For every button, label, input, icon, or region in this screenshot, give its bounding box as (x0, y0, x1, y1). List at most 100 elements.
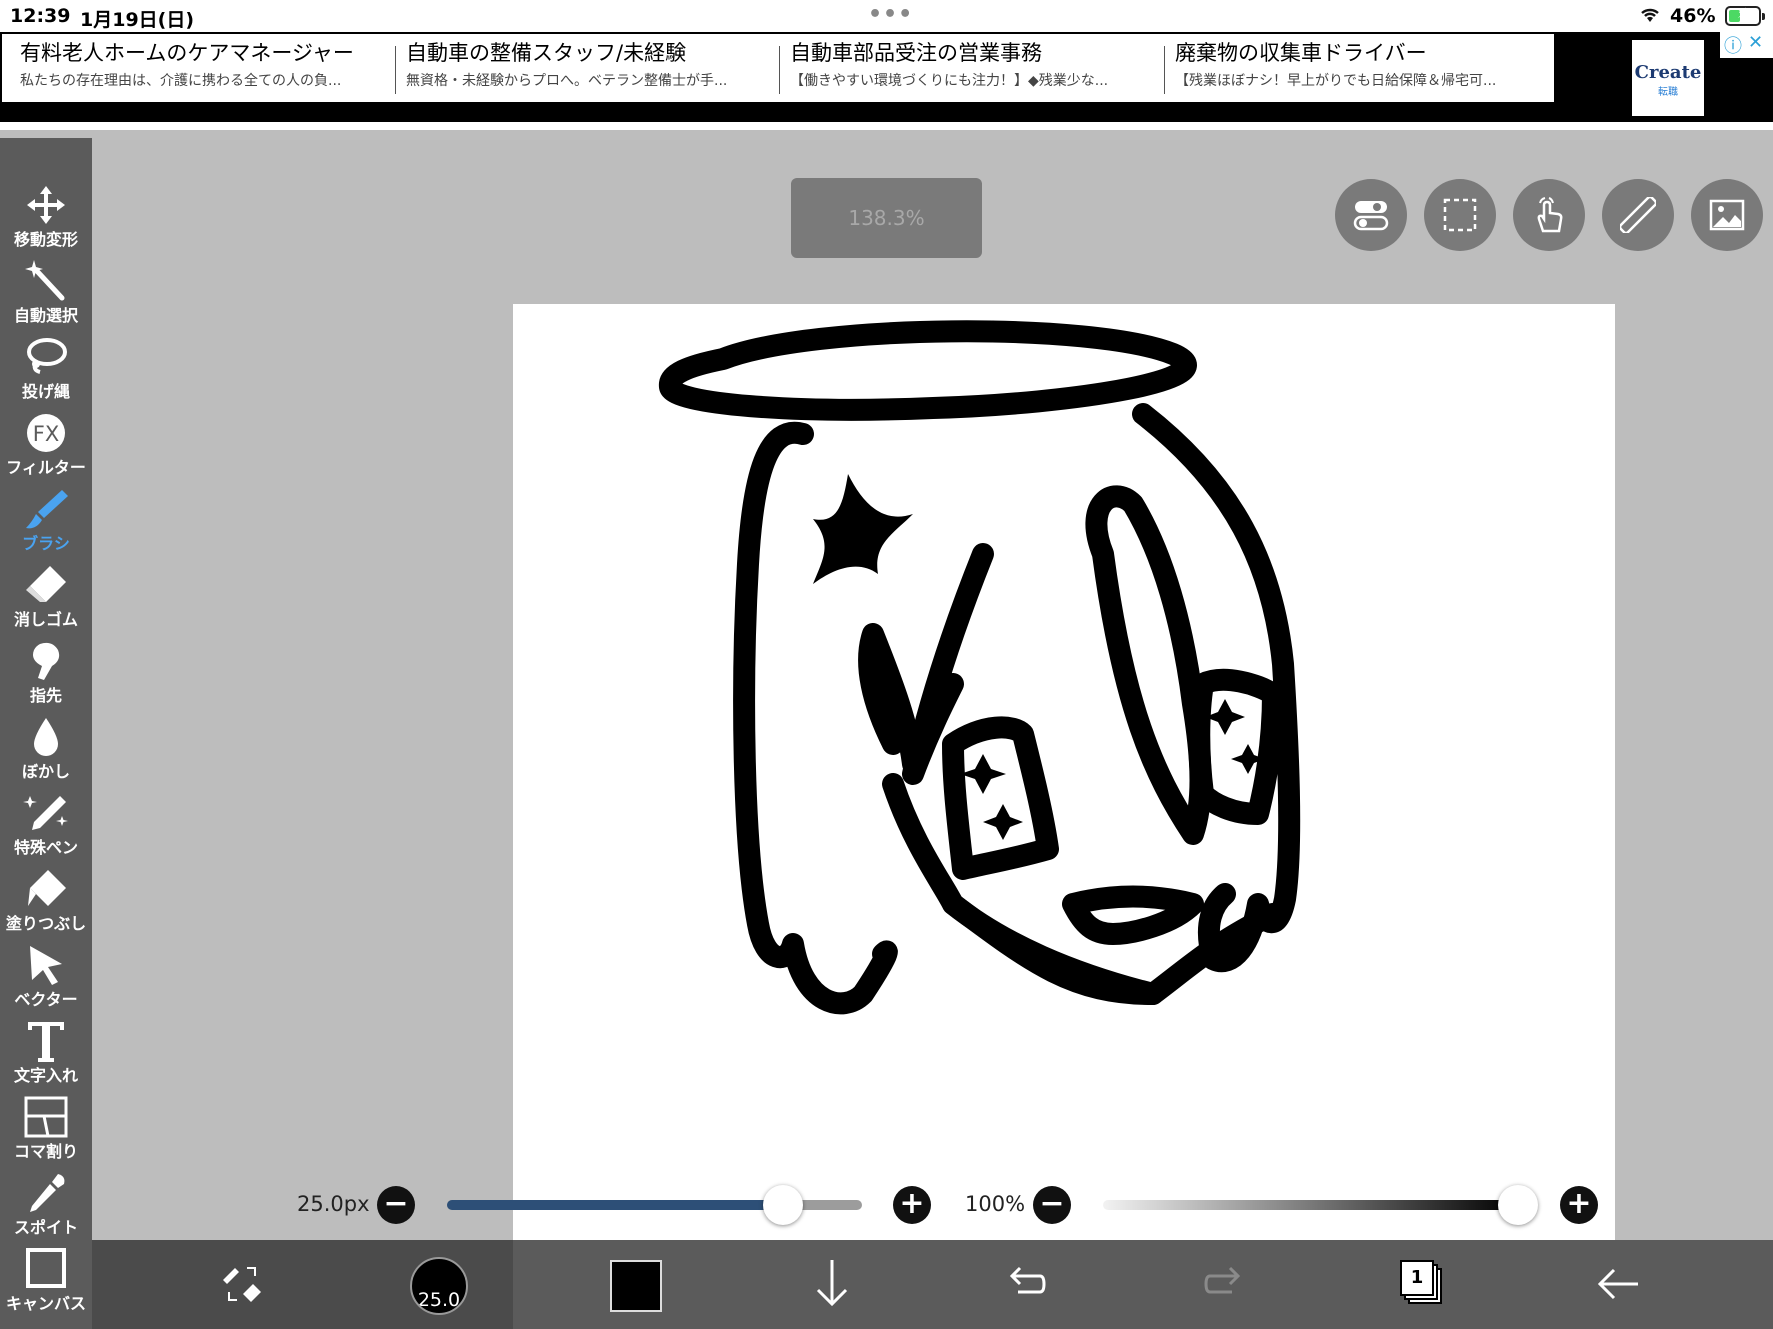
layer-count: 1 (1400, 1260, 1434, 1296)
brush-size-slider-fill (447, 1200, 783, 1210)
status-date: 1月19日(日) (80, 9, 195, 31)
eye-sparkle-shape (983, 804, 1023, 840)
tool-label: フィルター (6, 458, 86, 477)
battery-icon: ⚡ (1725, 6, 1765, 26)
tool-label: キャンバス (5, 1294, 86, 1313)
eraser-icon (26, 566, 66, 602)
canvas-drawing (659, 320, 1301, 1015)
fx-filter-icon: FX (27, 414, 65, 452)
ad-panel: 有料老人ホームのケアマネージャー 私たちの存在理由は、介護に携わる全ての人の負.… (2, 34, 1554, 102)
image-reference-button[interactable] (1691, 179, 1763, 251)
tool-label: 移動変形 (13, 230, 78, 249)
ad-controls: ⓘ ✕ (1720, 32, 1773, 58)
ad-banner: 有料老人ホームのケアマネージャー 私たちの存在理由は、介護に携わる全ての人の負.… (0, 32, 1773, 130)
text-icon (28, 1022, 64, 1062)
tool-text[interactable]: 文字入れ (0, 1016, 92, 1092)
status-time: 12:39 (10, 5, 71, 27)
brush-size-preview-button[interactable]: 25.0 (410, 1257, 468, 1315)
opacity-slider-thumb[interactable] (1498, 1185, 1538, 1225)
left-eye-stroke (942, 716, 1059, 880)
ad-item-title: 有料老人ホームのケアマネージャー (20, 41, 354, 65)
dashed-selection-icon (1443, 198, 1477, 232)
ad-bottom-border (0, 122, 1773, 130)
opacity-value: 100% (965, 1192, 1026, 1216)
redo-icon[interactable] (1202, 1254, 1246, 1314)
ruler-icon (1620, 197, 1656, 233)
toggle-switch-icon (1353, 201, 1389, 231)
battery-percent: 46% (1670, 5, 1716, 27)
canvas-icon (26, 1248, 66, 1288)
brush-icon (26, 490, 68, 529)
brush-settings-row: 25.0px − + 100% − + (92, 1180, 1773, 1230)
tool-label: 塗りつぶし (5, 914, 87, 933)
wifi-icon (1638, 4, 1662, 29)
toggle-settings-button[interactable] (1335, 179, 1407, 251)
ad-item[interactable]: 自動車部品受注の営業事務 【働きやすい環境づくりにも注力！】◆残業少な... (772, 38, 1164, 100)
tool-label: 投げ縄 (21, 382, 70, 401)
brush-size-slider-thumb[interactable] (763, 1185, 803, 1225)
star-burst-shape (813, 474, 913, 584)
tool-special-pen[interactable]: 特殊ペン (0, 788, 92, 864)
multitasking-dots-icon[interactable]: ••• (868, 2, 913, 27)
brush-eraser-swap-icon[interactable] (217, 1254, 267, 1314)
ad-item-title: 自動車の整備スタッフ/未経験 (406, 41, 687, 65)
brush-size-increase-button[interactable]: + (893, 1186, 931, 1224)
hand-touch-icon (1537, 197, 1563, 233)
ad-item[interactable]: 自動車の整備スタッフ/未経験 無資格・未経験からプロへ。ベテラン整備士が手... (388, 38, 778, 100)
tool-lasso[interactable]: 投げ縄 (0, 332, 92, 408)
image-icon (1709, 199, 1745, 231)
tool-move-transform[interactable]: 移動変形 (0, 180, 92, 256)
ad-logo-subtext: 転職 (1658, 87, 1678, 98)
ad-logo-text: Create (1634, 62, 1702, 83)
halo-stroke (659, 320, 1197, 421)
tool-eraser[interactable]: 消しゴム (0, 560, 92, 636)
blur-drop-icon (34, 718, 58, 756)
ad-item-title: 自動車部品受注の営業事務 (790, 41, 1042, 65)
middle-bang-stroke (1085, 485, 1212, 845)
drawing-canvas[interactable] (513, 304, 1615, 1240)
tool-label: 自動選択 (13, 306, 78, 325)
tool-filter[interactable]: FX フィルター (0, 408, 92, 484)
tool-auto-select[interactable]: 自動選択 (0, 256, 92, 332)
ad-item-subtitle: 無資格・未経験からプロへ。ベテラン整備士が手... (406, 73, 728, 89)
tool-vector[interactable]: ベクター (0, 940, 92, 1016)
tool-label: 指先 (29, 686, 62, 705)
ad-item-subtitle: 私たちの存在理由は、介護に携わる全ての人の負... (20, 73, 342, 89)
touch-gesture-button[interactable] (1513, 179, 1585, 251)
back-arrow-icon[interactable] (1594, 1254, 1644, 1314)
tool-frame-divider[interactable]: コマ割り (0, 1092, 92, 1168)
lasso-icon (27, 338, 67, 374)
frame-divider-icon (24, 1096, 68, 1138)
opacity-decrease-button[interactable]: − (1033, 1186, 1071, 1224)
finger-smudge-icon (33, 642, 60, 680)
selection-button[interactable] (1424, 179, 1496, 251)
undo-icon[interactable] (1004, 1254, 1048, 1314)
ad-close-icon[interactable]: ✕ (1748, 32, 1763, 53)
status-bar: 12:39 1月19日(日) ••• 46% ⚡ (0, 0, 1773, 32)
charging-bolt-icon: ⚡ (1737, 6, 1747, 22)
ad-logo[interactable]: Create 転職 (1632, 40, 1704, 116)
down-arrow-icon[interactable] (810, 1254, 854, 1314)
tool-label: ベクター (14, 990, 78, 1009)
tool-brush[interactable]: ブラシ (0, 484, 92, 560)
mouth-stroke (1062, 885, 1204, 945)
right-eye-stroke (1188, 668, 1284, 825)
opacity-slider-track[interactable] (1103, 1200, 1518, 1210)
special-pen-icon (23, 796, 68, 830)
ad-item[interactable]: 有料老人ホームのケアマネージャー 私たちの存在理由は、介護に携わる全ての人の負.… (2, 38, 394, 100)
tool-blur[interactable]: ぼかし (0, 712, 92, 788)
ad-info-icon[interactable]: ⓘ (1724, 32, 1742, 58)
opacity-increase-button[interactable]: + (1560, 1186, 1598, 1224)
current-color-swatch[interactable] (610, 1260, 662, 1312)
brush-size-decrease-button[interactable]: − (377, 1186, 415, 1224)
tool-eyedropper[interactable]: スポイト (0, 1168, 92, 1244)
bottom-bar: 25.0 1 (92, 1240, 1773, 1329)
tool-finger[interactable]: 指先 (0, 636, 92, 712)
tool-canvas[interactable]: キャンバス (0, 1244, 92, 1320)
tool-label: 文字入れ (13, 1066, 78, 1085)
ad-item[interactable]: 廃棄物の収集車ドライバー 【残業ほぼナシ！早上がりでも日給保障＆帰宅可... (1157, 38, 1549, 100)
ruler-button[interactable] (1602, 179, 1674, 251)
tool-fill[interactable]: 塗りつぶし (0, 864, 92, 940)
tool-label: スポイト (13, 1218, 78, 1237)
tool-sidebar: 移動変形 自動選択 投げ縄 FX フィルター ブラシ 消しゴム 指先 ぼかし 特… (0, 138, 92, 1329)
